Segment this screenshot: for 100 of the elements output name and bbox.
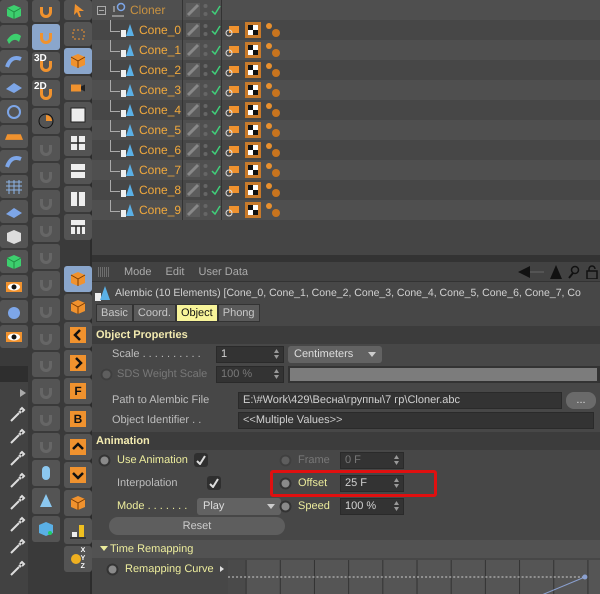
checker-texture-icon[interactable] (245, 22, 261, 38)
checker-texture-icon[interactable] (245, 162, 261, 178)
toolbar-button[interactable] (64, 186, 92, 212)
collapse-icon[interactable] (97, 6, 106, 14)
toolbar-button[interactable] (64, 322, 92, 348)
scale-field[interactable]: 1 (216, 346, 284, 362)
object-name[interactable]: Cone_2 (139, 63, 182, 77)
alembic-tag-icon[interactable] (225, 163, 241, 177)
front-view-button[interactable]: F (64, 378, 92, 404)
back-arrow-icon[interactable] (518, 266, 544, 278)
object-name[interactable]: Cone_7 (139, 163, 182, 177)
alembic-tag-icon[interactable] (225, 203, 241, 217)
alembic-tag-icon[interactable] (225, 83, 241, 97)
toolbar-button[interactable] (64, 130, 92, 156)
menu-item[interactable]: Edit (166, 266, 184, 278)
reset-button[interactable]: Reset (109, 517, 285, 535)
toolbar-button[interactable] (0, 325, 28, 348)
expand-arrow-icon[interactable] (220, 566, 224, 572)
menu-item[interactable]: User Data (198, 266, 248, 278)
toolbar-button[interactable] (64, 214, 92, 240)
tab[interactable]: Phong (218, 304, 260, 322)
spinner-arrows-icon[interactable] (394, 455, 399, 465)
object-name[interactable]: Cloner (130, 3, 166, 17)
mode-dropdown[interactable]: Play (197, 498, 281, 514)
snap-button[interactable] (32, 0, 60, 22)
object-name[interactable]: Cone_4 (139, 103, 182, 117)
snap-3d-button[interactable]: 3D (32, 52, 60, 78)
expand-arrow-icon[interactable] (20, 389, 26, 397)
visibility-dots-icon[interactable] (203, 143, 208, 157)
alembic-tag-icon[interactable] (225, 183, 241, 197)
toolbar-button[interactable] (64, 350, 92, 376)
object-name[interactable]: Cone_5 (139, 123, 182, 137)
toolbar-button[interactable] (64, 76, 92, 100)
checker-texture-icon[interactable] (245, 62, 261, 78)
checker-texture-icon[interactable] (245, 122, 261, 138)
speed-field[interactable]: 100 % (340, 498, 404, 514)
object-name[interactable]: Cone_0 (139, 23, 182, 37)
toolbar-button[interactable] (64, 102, 92, 128)
subsection-header[interactable]: Time Remapping (92, 540, 600, 558)
visibility-dots-icon[interactable] (203, 183, 208, 197)
alembic-tag-icon[interactable] (225, 103, 241, 117)
object-name[interactable]: Cone_8 (139, 183, 182, 197)
checkbox[interactable] (207, 476, 221, 490)
toolbar-button[interactable] (64, 434, 92, 460)
checker-texture-icon[interactable] (245, 142, 261, 158)
tab[interactable]: Coord. (132, 304, 176, 322)
visibility-dots-icon[interactable] (203, 103, 208, 117)
spinner-arrows-icon[interactable] (274, 349, 279, 359)
spinner-arrows-icon[interactable] (274, 369, 279, 379)
field-label: Offset (298, 477, 328, 489)
animation-radio-icon[interactable] (100, 368, 113, 380)
checker-texture-icon[interactable] (245, 102, 261, 118)
toolbar-button[interactable] (64, 158, 92, 184)
alembic-tag-icon[interactable] (225, 123, 241, 137)
visibility-dots-icon[interactable] (203, 63, 208, 77)
spheres-icon[interactable] (265, 142, 281, 158)
alembic-tag-icon[interactable] (225, 143, 241, 157)
animation-radio-icon[interactable] (279, 500, 292, 512)
animation-radio-icon[interactable] (106, 562, 119, 576)
toolbar-button[interactable] (0, 275, 28, 298)
spinner-arrows-icon[interactable] (394, 478, 399, 488)
object-name[interactable]: Cone_6 (139, 143, 182, 157)
tab[interactable]: Basic (96, 304, 133, 322)
toolbar-button[interactable] (32, 108, 60, 134)
object-name[interactable]: Cone_1 (139, 43, 182, 57)
checker-texture-icon[interactable] (245, 82, 261, 98)
toolbar-button[interactable] (64, 518, 92, 544)
animation-radio-icon[interactable] (279, 476, 292, 490)
object-name[interactable]: Cone_3 (139, 83, 182, 97)
checkbox[interactable] (194, 453, 208, 467)
animation-radio-icon[interactable] (98, 454, 111, 466)
grip-icon[interactable] (98, 266, 110, 276)
alembic-tag-icon[interactable] (225, 43, 241, 57)
animation-radio-icon[interactable] (279, 454, 292, 466)
object-name[interactable]: Cone_9 (139, 203, 182, 217)
offset-field[interactable]: 25 F (340, 474, 404, 492)
spheres-icon[interactable] (265, 22, 281, 38)
slider-track[interactable] (288, 366, 600, 382)
visibility-dots-icon[interactable] (203, 23, 208, 37)
menu-item[interactable]: Mode (124, 266, 152, 278)
checker-texture-icon[interactable] (245, 202, 261, 218)
four-view-icon (69, 134, 87, 152)
curve-graph[interactable] (228, 560, 600, 594)
tab[interactable]: Object (176, 304, 218, 322)
spheres-icon[interactable] (265, 62, 281, 78)
identifier-field[interactable]: <<Multiple Values>> (238, 412, 594, 428)
unit-dropdown[interactable]: Centimeters (288, 346, 382, 362)
checker-texture-icon[interactable] (245, 182, 261, 198)
spinner-arrows-icon[interactable] (394, 501, 399, 511)
back-view-button[interactable]: B (64, 406, 92, 432)
checker-texture-icon[interactable] (245, 42, 261, 58)
chevron-down-icon (69, 466, 87, 484)
snap-2d-button[interactable]: 2D (32, 80, 60, 106)
spheres-icon[interactable] (265, 102, 281, 118)
toolbar-button[interactable] (64, 462, 92, 488)
path-field[interactable]: E:\#Work\429\Весна\группы\7 гр\Cloner.abc (238, 392, 562, 408)
alembic-tag-icon[interactable] (225, 23, 241, 37)
browse-button[interactable]: ... (566, 392, 596, 408)
alembic-tag-icon[interactable] (225, 63, 241, 77)
spheres-icon[interactable] (265, 182, 281, 198)
